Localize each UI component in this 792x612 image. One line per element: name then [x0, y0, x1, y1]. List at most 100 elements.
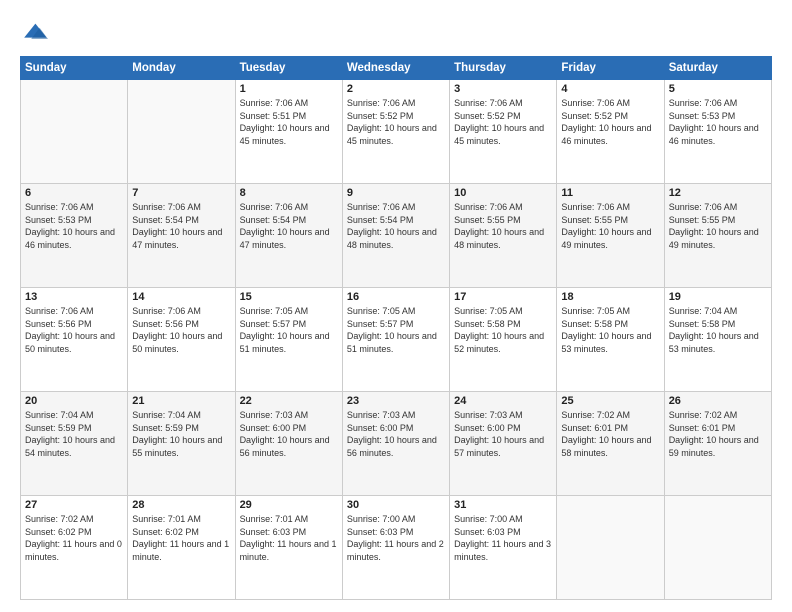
logo-icon: [20, 18, 48, 46]
calendar-cell: 9 Sunrise: 7:06 AM Sunset: 5:54 PM Daylig…: [342, 184, 449, 288]
day-number: 8: [240, 187, 338, 199]
cell-info: Sunrise: 7:01 AM Sunset: 6:03 PM Dayligh…: [240, 513, 338, 563]
cell-info: Sunrise: 7:02 AM Sunset: 6:01 PM Dayligh…: [561, 409, 659, 459]
calendar-header-row: SundayMondayTuesdayWednesdayThursdayFrid…: [21, 57, 772, 80]
calendar-cell: 24 Sunrise: 7:03 AM Sunset: 6:00 PM Dayli…: [450, 392, 557, 496]
day-number: 13: [25, 291, 123, 303]
calendar-day-header: Monday: [128, 57, 235, 80]
calendar-cell: [664, 496, 771, 600]
day-number: 7: [132, 187, 230, 199]
calendar-cell: 23Sunrise: 7:03 AM Sunset: 6:00 PM Dayli…: [342, 392, 449, 496]
day-number: 16: [347, 291, 445, 303]
day-number: 21: [132, 395, 230, 407]
calendar-day-header: Sunday: [21, 57, 128, 80]
calendar-day-header: Saturday: [664, 57, 771, 80]
calendar-table: SundayMondayTuesdayWednesdayThursdayFrid…: [20, 56, 772, 600]
day-number: 18: [561, 291, 659, 303]
calendar-cell: 29 Sunrise: 7:01 AM Sunset: 6:03 PM Dayli…: [235, 496, 342, 600]
cell-info: Sunrise: 7:04 AM Sunset: 5:59 PM Dayligh…: [132, 409, 230, 459]
calendar-day-header: Tuesday: [235, 57, 342, 80]
calendar-cell: 6 Sunrise: 7:06 AM Sunset: 5:53 PM Daylig…: [21, 184, 128, 288]
day-number: 22: [240, 395, 338, 407]
day-number: 11: [561, 187, 659, 199]
calendar-cell: 17Sunrise: 7:05 AM Sunset: 5:58 PM Dayli…: [450, 288, 557, 392]
calendar-cell: 10 Sunrise: 7:06 AM Sunset: 5:55 PM Dayli…: [450, 184, 557, 288]
cell-info: Sunrise: 7:03 AM Sunset: 6:00 PM Dayligh…: [454, 409, 552, 459]
calendar-cell: 12 Sunrise: 7:06 AM Sunset: 5:55 PM Dayli…: [664, 184, 771, 288]
calendar-cell: [21, 80, 128, 184]
calendar-cell: 3 Sunrise: 7:06 AM Sunset: 5:52 PM Daylig…: [450, 80, 557, 184]
cell-info: Sunrise: 7:04 AM Sunset: 5:58 PM Dayligh…: [669, 305, 767, 355]
calendar-cell: 4Sunrise: 7:06 AM Sunset: 5:52 PM Daylig…: [557, 80, 664, 184]
calendar-cell: 16 Sunrise: 7:05 AM Sunset: 5:57 PM Dayli…: [342, 288, 449, 392]
cell-info: Sunrise: 7:06 AM Sunset: 5:54 PM Dayligh…: [347, 201, 445, 251]
cell-info: Sunrise: 7:03 AM Sunset: 6:00 PM Dayligh…: [240, 409, 338, 459]
day-number: 14: [132, 291, 230, 303]
calendar-cell: 28 Sunrise: 7:01 AM Sunset: 6:02 PM Dayli…: [128, 496, 235, 600]
calendar-week-row: 6 Sunrise: 7:06 AM Sunset: 5:53 PM Daylig…: [21, 184, 772, 288]
cell-info: Sunrise: 7:00 AM Sunset: 6:03 PM Dayligh…: [347, 513, 445, 563]
calendar-week-row: 1Sunrise: 7:06 AM Sunset: 5:51 PM Daylig…: [21, 80, 772, 184]
cell-info: Sunrise: 7:06 AM Sunset: 5:53 PM Dayligh…: [25, 201, 123, 251]
cell-info: Sunrise: 7:06 AM Sunset: 5:53 PM Dayligh…: [669, 97, 767, 147]
day-number: 9: [347, 187, 445, 199]
day-number: 3: [454, 83, 552, 95]
day-number: 15: [240, 291, 338, 303]
calendar-cell: 13 Sunrise: 7:06 AM Sunset: 5:56 PM Dayli…: [21, 288, 128, 392]
calendar-cell: 20 Sunrise: 7:04 AM Sunset: 5:59 PM Dayli…: [21, 392, 128, 496]
cell-info: Sunrise: 7:02 AM Sunset: 6:01 PM Dayligh…: [669, 409, 767, 459]
calendar-week-row: 13 Sunrise: 7:06 AM Sunset: 5:56 PM Dayli…: [21, 288, 772, 392]
calendar-week-row: 27Sunrise: 7:02 AM Sunset: 6:02 PM Dayli…: [21, 496, 772, 600]
cell-info: Sunrise: 7:06 AM Sunset: 5:52 PM Dayligh…: [454, 97, 552, 147]
calendar-cell: 15 Sunrise: 7:05 AM Sunset: 5:57 PM Dayli…: [235, 288, 342, 392]
cell-info: Sunrise: 7:01 AM Sunset: 6:02 PM Dayligh…: [132, 513, 230, 563]
day-number: 28: [132, 499, 230, 511]
calendar-day-header: Thursday: [450, 57, 557, 80]
page: SundayMondayTuesdayWednesdayThursdayFrid…: [0, 0, 792, 612]
cell-info: Sunrise: 7:02 AM Sunset: 6:02 PM Dayligh…: [25, 513, 123, 563]
day-number: 30: [347, 499, 445, 511]
calendar-day-header: Friday: [557, 57, 664, 80]
day-number: 6: [25, 187, 123, 199]
cell-info: Sunrise: 7:06 AM Sunset: 5:51 PM Dayligh…: [240, 97, 338, 147]
day-number: 2: [347, 83, 445, 95]
calendar-cell: 31 Sunrise: 7:00 AM Sunset: 6:03 PM Dayli…: [450, 496, 557, 600]
header: [20, 18, 772, 46]
cell-info: Sunrise: 7:05 AM Sunset: 5:57 PM Dayligh…: [240, 305, 338, 355]
calendar-cell: 22 Sunrise: 7:03 AM Sunset: 6:00 PM Dayli…: [235, 392, 342, 496]
day-number: 26: [669, 395, 767, 407]
cell-info: Sunrise: 7:00 AM Sunset: 6:03 PM Dayligh…: [454, 513, 552, 563]
calendar-cell: [557, 496, 664, 600]
cell-info: Sunrise: 7:05 AM Sunset: 5:58 PM Dayligh…: [561, 305, 659, 355]
day-number: 25: [561, 395, 659, 407]
cell-info: Sunrise: 7:05 AM Sunset: 5:57 PM Dayligh…: [347, 305, 445, 355]
cell-info: Sunrise: 7:06 AM Sunset: 5:52 PM Dayligh…: [347, 97, 445, 147]
calendar-day-header: Wednesday: [342, 57, 449, 80]
calendar-cell: 8 Sunrise: 7:06 AM Sunset: 5:54 PM Daylig…: [235, 184, 342, 288]
day-number: 20: [25, 395, 123, 407]
cell-info: Sunrise: 7:04 AM Sunset: 5:59 PM Dayligh…: [25, 409, 123, 459]
cell-info: Sunrise: 7:06 AM Sunset: 5:55 PM Dayligh…: [561, 201, 659, 251]
cell-info: Sunrise: 7:06 AM Sunset: 5:55 PM Dayligh…: [454, 201, 552, 251]
calendar-cell: 7 Sunrise: 7:06 AM Sunset: 5:54 PM Daylig…: [128, 184, 235, 288]
calendar-cell: 2 Sunrise: 7:06 AM Sunset: 5:52 PM Daylig…: [342, 80, 449, 184]
day-number: 24: [454, 395, 552, 407]
logo: [20, 18, 52, 46]
cell-info: Sunrise: 7:06 AM Sunset: 5:54 PM Dayligh…: [132, 201, 230, 251]
day-number: 12: [669, 187, 767, 199]
cell-info: Sunrise: 7:06 AM Sunset: 5:56 PM Dayligh…: [25, 305, 123, 355]
calendar-cell: 21 Sunrise: 7:04 AM Sunset: 5:59 PM Dayli…: [128, 392, 235, 496]
calendar-cell: 19 Sunrise: 7:04 AM Sunset: 5:58 PM Dayli…: [664, 288, 771, 392]
day-number: 4: [561, 83, 659, 95]
day-number: 19: [669, 291, 767, 303]
cell-info: Sunrise: 7:06 AM Sunset: 5:55 PM Dayligh…: [669, 201, 767, 251]
calendar-cell: 18 Sunrise: 7:05 AM Sunset: 5:58 PM Dayli…: [557, 288, 664, 392]
calendar-cell: [128, 80, 235, 184]
day-number: 10: [454, 187, 552, 199]
day-number: 31: [454, 499, 552, 511]
day-number: 29: [240, 499, 338, 511]
day-number: 5: [669, 83, 767, 95]
cell-info: Sunrise: 7:03 AM Sunset: 6:00 PM Dayligh…: [347, 409, 445, 459]
calendar-cell: 25 Sunrise: 7:02 AM Sunset: 6:01 PM Dayli…: [557, 392, 664, 496]
cell-info: Sunrise: 7:06 AM Sunset: 5:54 PM Dayligh…: [240, 201, 338, 251]
